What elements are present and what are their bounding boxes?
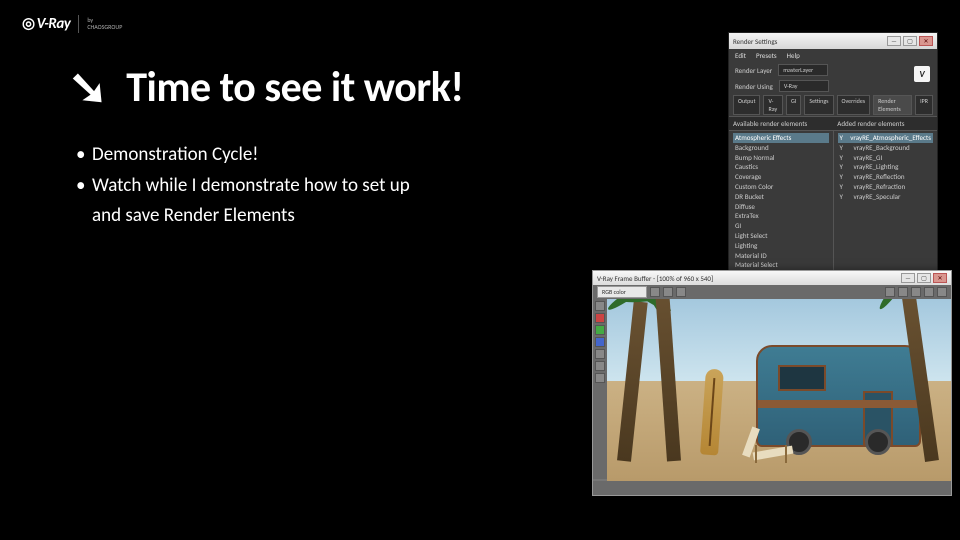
available-element-row[interactable]: Background [733,143,829,153]
window-titlebar[interactable]: Render Settings — ▢ ✕ [729,33,937,49]
fb-tool-icon[interactable] [650,287,660,297]
available-element-row[interactable]: Material ID [733,251,829,261]
minimize-button[interactable]: — [887,36,901,46]
available-element-row[interactable]: Atmospheric Effects [733,133,829,143]
added-element-row[interactable]: YvrayRE_Refraction [838,182,934,192]
slide-title: Time to see it work! [126,62,463,113]
fb-close-button[interactable]: ✕ [933,273,947,283]
close-button[interactable]: ✕ [919,36,933,46]
channel-dropdown[interactable]: RGB color [597,286,647,298]
render-layer-dropdown[interactable]: masterLayer [778,64,828,76]
menu-bar: Edit Presets Help [729,49,937,62]
fb-minimize-button[interactable]: — [901,273,915,283]
tab-render-elements[interactable]: Render Elements [873,95,912,115]
fb-option-icon[interactable] [924,287,934,297]
fb-green-channel-icon[interactable] [595,325,605,335]
available-label: Available render elements [733,119,807,128]
fb-save-icon[interactable] [885,287,895,297]
available-element-row[interactable]: Material Select [733,260,829,270]
fb-alpha-icon[interactable] [595,349,605,359]
available-element-row[interactable]: DR Bucket [733,192,829,202]
chaosgroup-label: byCHAOSGROUP [87,17,122,30]
fb-tool-icon[interactable] [676,287,686,297]
brand-logo-area: V-Ray byCHAOSGROUP [22,14,122,33]
tab-output[interactable]: Output [733,95,760,115]
added-element-row[interactable]: YvrayRE_Reflection [838,172,934,182]
vray-badge-icon: V [914,66,930,82]
available-element-row[interactable]: Lighting [733,241,829,251]
render-using-row: Render Using V-Ray [729,78,937,94]
logo-divider [78,15,79,33]
window-buttons: — ▢ ✕ [887,36,933,46]
fb-status-bar [593,481,951,495]
settings-tabs: Output V-Ray GI Settings Overrides Rende… [729,94,937,116]
fb-rgb-icon[interactable] [595,301,605,311]
fb-toolbar: RGB color [593,285,951,299]
maximize-button[interactable]: ▢ [903,36,917,46]
fb-titlebar[interactable]: V-Ray Frame Buffer - [100% of 960 x 540]… [593,271,951,285]
available-element-row[interactable]: GI [733,221,829,231]
available-element-row[interactable]: Caustics [733,162,829,172]
tab-overrides[interactable]: Overrides [837,95,871,115]
tab-ipr[interactable]: IPR [915,95,933,115]
fb-tool-icon[interactable] [663,287,673,297]
tab-vray[interactable]: V-Ray [763,95,783,115]
available-element-row[interactable]: Bump Normal [733,153,829,163]
available-element-row[interactable]: Coverage [733,172,829,182]
fb-maximize-button[interactable]: ▢ [917,273,931,283]
elements-subhead: Available render elements Added render e… [729,116,937,131]
available-element-row[interactable]: ExtraTex [733,211,829,221]
fb-info-icon[interactable] [595,373,605,383]
fb-window-title: V-Ray Frame Buffer - [100% of 960 x 540] [597,274,713,283]
fb-mono-icon[interactable] [595,361,605,371]
render-using-label: Render Using [735,82,773,91]
tab-settings[interactable]: Settings [804,95,833,115]
fb-red-channel-icon[interactable] [595,313,605,323]
render-layer-row: Render Layer masterLayer [729,62,937,78]
fb-blue-channel-icon[interactable] [595,337,605,347]
title-row: ➘ Time to see it work! [68,62,464,113]
added-element-row[interactable]: YvrayRE_Background [838,143,934,153]
added-label: Added render elements [837,119,904,128]
fb-clear-icon[interactable] [898,287,908,297]
added-element-row[interactable]: YvrayRE_GI [838,153,934,163]
fb-sidebar [593,299,607,479]
menu-edit[interactable]: Edit [735,51,746,60]
fb-option-icon[interactable] [937,287,947,297]
scene-deck-chair [747,429,797,463]
tab-gi[interactable]: GI [786,95,801,115]
render-layer-label: Render Layer [735,66,772,75]
render-canvas[interactable] [607,299,951,481]
added-element-row[interactable]: YvrayRE_Lighting [838,162,934,172]
arrow-down-right-icon: ➘ [68,64,108,112]
bullet-list: Demonstration Cycle! Watch while I demon… [76,140,436,232]
added-element-row[interactable]: YvrayRE_Specular [838,192,934,202]
fb-history-icon[interactable] [911,287,921,297]
window-title: Render Settings [733,37,777,46]
bullet-item: Watch while I demonstrate how to set up … [76,171,436,230]
frame-buffer-window[interactable]: V-Ray Frame Buffer - [100% of 960 x 540]… [592,270,952,496]
fb-window-buttons: — ▢ ✕ [901,273,947,283]
added-element-row[interactable]: YvrayRE_Atmospheric_Effects [838,133,934,143]
render-using-dropdown[interactable]: V-Ray [779,80,829,92]
menu-help[interactable]: Help [787,51,800,60]
available-element-row[interactable]: Diffuse [733,202,829,212]
menu-presets[interactable]: Presets [756,51,777,60]
vray-logo: V-Ray [22,14,70,33]
available-element-row[interactable]: Custom Color [733,182,829,192]
available-element-row[interactable]: Light Select [733,231,829,241]
bullet-item: Demonstration Cycle! [76,140,436,169]
